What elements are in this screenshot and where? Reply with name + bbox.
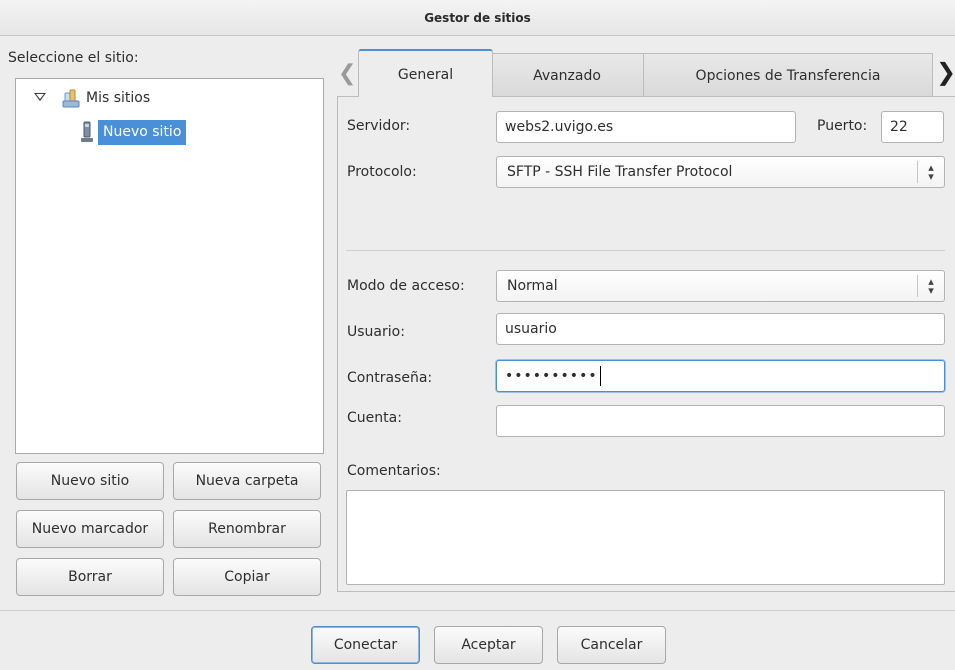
account-label: Cuenta: bbox=[347, 410, 402, 426]
tree-root-label[interactable]: Mis sitios bbox=[86, 90, 150, 106]
server-input[interactable]: webs2.uvigo.es bbox=[496, 111, 796, 143]
user-input[interactable]: usuario bbox=[496, 313, 945, 345]
accept-button[interactable]: Aceptar bbox=[434, 626, 543, 664]
password-input-value: •••••••••• bbox=[505, 368, 598, 384]
divider bbox=[346, 250, 945, 251]
up-down-arrows-icon: ▴ ▾ bbox=[928, 161, 934, 183]
tab-general[interactable]: General bbox=[358, 49, 493, 97]
access-mode-select[interactable]: Normal ▴ ▾ bbox=[496, 270, 945, 302]
select-site-label: Seleccione el sitio: bbox=[8, 50, 139, 66]
access-mode-label: Modo de acceso: bbox=[347, 278, 465, 294]
port-label: Puerto: bbox=[817, 118, 868, 134]
rename-button[interactable]: Renombrar bbox=[173, 510, 321, 548]
access-mode-select-value: Normal bbox=[507, 278, 558, 294]
folder-icon bbox=[62, 89, 80, 109]
server-label: Servidor: bbox=[347, 118, 411, 134]
footer-divider bbox=[0, 610, 955, 611]
tree-node-selected[interactable]: Nuevo sitio bbox=[98, 120, 187, 145]
up-down-arrows-icon: ▴ ▾ bbox=[928, 275, 934, 297]
expand-triangle-icon[interactable] bbox=[34, 93, 46, 101]
copy-button[interactable]: Copiar bbox=[173, 558, 321, 596]
password-label: Contraseña: bbox=[347, 370, 433, 386]
password-input[interactable]: •••••••••• bbox=[496, 360, 945, 392]
connect-button[interactable]: Conectar bbox=[311, 626, 420, 664]
protocol-select[interactable]: SFTP - SSH File Transfer Protocol ▴ ▾ bbox=[496, 156, 945, 188]
cancel-button[interactable]: Cancelar bbox=[557, 626, 666, 664]
site-icon bbox=[80, 121, 94, 143]
port-input[interactable]: 22 bbox=[881, 111, 944, 143]
chevron-left-icon[interactable]: ❮ bbox=[338, 62, 356, 86]
chevron-right-icon[interactable]: ❯ bbox=[936, 58, 955, 86]
new-folder-button[interactable]: Nueva carpeta bbox=[173, 462, 321, 500]
delete-button[interactable]: Borrar bbox=[16, 558, 164, 596]
window-title: Gestor de sitios bbox=[0, 0, 955, 36]
protocol-select-value: SFTP - SSH File Transfer Protocol bbox=[507, 164, 733, 180]
protocol-label: Protocolo: bbox=[347, 164, 417, 180]
account-input[interactable] bbox=[496, 405, 945, 437]
tab-avanzado[interactable]: Avanzado bbox=[490, 53, 644, 96]
user-label: Usuario: bbox=[347, 324, 405, 340]
new-site-button[interactable]: Nuevo sitio bbox=[16, 462, 164, 500]
site-tree[interactable]: Mis sitios Nuevo sitio bbox=[15, 78, 324, 454]
new-bookmark-button[interactable]: Nuevo marcador bbox=[16, 510, 164, 548]
comments-textarea[interactable] bbox=[346, 490, 945, 585]
comments-label: Comentarios: bbox=[347, 463, 441, 479]
tab-opciones-transferencia[interactable]: Opciones de Transferencia bbox=[643, 53, 933, 96]
